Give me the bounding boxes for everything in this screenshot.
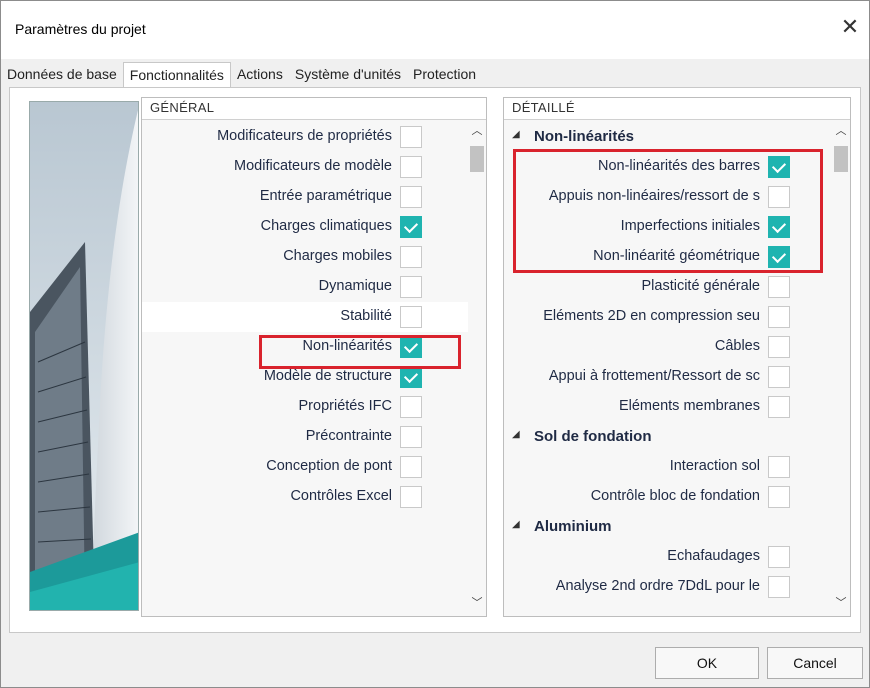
feature-label: Propriétés IFC	[298, 398, 392, 414]
feature-row[interactable]: Interaction sol	[504, 452, 832, 482]
group-label: Aluminium	[534, 518, 612, 535]
caret-down-icon[interactable]: ◢	[512, 519, 520, 530]
feature-checkbox[interactable]	[768, 366, 790, 388]
feature-label: Eléments membranes	[618, 398, 760, 414]
feature-label: Interaction sol	[669, 458, 760, 474]
feature-checkbox[interactable]	[768, 336, 790, 358]
tab-systeme-unites[interactable]: Système d'unités	[289, 62, 407, 88]
feature-row[interactable]: Plasticité générale	[504, 272, 832, 302]
feature-label: Câbles	[714, 338, 760, 354]
feature-row[interactable]: Précontrainte	[142, 422, 468, 452]
project-settings-dialog: Paramètres du projet ✕ Données de base F…	[0, 0, 870, 688]
feature-label: Contrôle bloc de fondation	[590, 488, 760, 504]
title-bar: Paramètres du projet ✕	[1, 1, 869, 59]
feature-row[interactable]: Charges mobiles	[142, 242, 468, 272]
feature-label: Analyse 2nd ordre 7DdL pour le	[555, 578, 760, 594]
tab-actions[interactable]: Actions	[231, 62, 289, 88]
chevron-up-icon[interactable]: ︿	[468, 122, 486, 140]
feature-label: Précontrainte	[305, 428, 392, 444]
general-header: GÉNÉRAL	[142, 98, 486, 120]
caret-down-icon[interactable]: ◢	[512, 429, 520, 440]
feature-row[interactable]: Eléments 2D en compression seu	[504, 302, 832, 332]
feature-row[interactable]: Câbles	[504, 332, 832, 362]
feature-row[interactable]: Contrôles Excel	[142, 482, 468, 512]
scroll-thumb[interactable]	[470, 146, 484, 172]
feature-checkbox[interactable]	[400, 276, 422, 298]
group-header[interactable]: ◢ Aluminium	[504, 512, 832, 542]
feature-checkbox[interactable]	[768, 486, 790, 508]
feature-checkbox[interactable]	[400, 156, 422, 178]
feature-label: Eléments 2D en compression seu	[543, 308, 760, 324]
scroll-thumb[interactable]	[834, 146, 848, 172]
caret-down-icon[interactable]: ◢	[512, 129, 520, 140]
detail-header: DÉTAILLÉ	[504, 98, 850, 120]
feature-row[interactable]: Conception de pont	[142, 452, 468, 482]
cancel-button[interactable]: Cancel	[767, 647, 863, 679]
chevron-down-icon[interactable]: ﹀	[468, 594, 486, 612]
feature-checkbox[interactable]	[768, 456, 790, 478]
feature-checkbox[interactable]	[768, 306, 790, 328]
feature-row[interactable]: Modificateurs de propriétés	[142, 122, 468, 152]
building-illustration	[29, 101, 139, 611]
group-header[interactable]: ◢ Sol de fondation	[504, 422, 832, 452]
feature-row[interactable]: Contrôle bloc de fondation	[504, 482, 832, 512]
feature-row[interactable]: Entrée paramétrique	[142, 182, 468, 212]
feature-checkbox[interactable]	[400, 186, 422, 208]
tab-bar: Données de base Fonctionnalités Actions …	[1, 62, 482, 88]
feature-row[interactable]: Echafaudages	[504, 542, 832, 572]
feature-checkbox[interactable]	[400, 216, 422, 238]
feature-checkbox[interactable]	[768, 576, 790, 598]
feature-checkbox[interactable]	[400, 366, 422, 388]
feature-checkbox[interactable]	[400, 126, 422, 148]
feature-row[interactable]: Modificateurs de modèle	[142, 152, 468, 182]
feature-label: Echafaudages	[667, 548, 760, 564]
feature-row[interactable]: Analyse 2nd ordre 7DdL pour le	[504, 572, 832, 602]
group-label: Sol de fondation	[534, 428, 652, 445]
general-list: Modificateurs de propriétés Modificateur…	[142, 122, 468, 616]
feature-row[interactable]: Stabilité	[142, 302, 468, 332]
ok-button[interactable]: OK	[655, 647, 759, 679]
feature-row[interactable]: Appui à frottement/Ressort de sc	[504, 362, 832, 392]
group-header[interactable]: ◢ Non-linéarités	[504, 122, 832, 152]
close-icon[interactable]: ✕	[837, 15, 863, 41]
feature-checkbox[interactable]	[400, 486, 422, 508]
tab-fonctionnalites[interactable]: Fonctionnalités	[122, 62, 231, 88]
detail-scrollbar[interactable]: ︿ ﹀	[832, 122, 850, 616]
feature-label: Conception de pont	[266, 458, 392, 474]
feature-row[interactable]: Dynamique	[142, 272, 468, 302]
feature-checkbox[interactable]	[400, 306, 422, 328]
feature-label: Dynamique	[318, 278, 392, 294]
feature-checkbox[interactable]	[400, 426, 422, 448]
feature-label: Charges climatiques	[260, 218, 392, 234]
tab-donnees-de-base[interactable]: Données de base	[1, 62, 123, 88]
feature-label: Charges mobiles	[283, 248, 392, 264]
feature-label: Entrée paramétrique	[259, 188, 392, 204]
feature-label: Contrôles Excel	[290, 488, 392, 504]
feature-row[interactable]: Eléments membranes	[504, 392, 832, 422]
feature-label: Plasticité générale	[641, 278, 761, 294]
feature-label: Modificateurs de propriétés	[217, 128, 392, 144]
feature-checkbox[interactable]	[768, 276, 790, 298]
feature-checkbox[interactable]	[400, 456, 422, 478]
feature-checkbox[interactable]	[768, 396, 790, 418]
feature-checkbox[interactable]	[768, 546, 790, 568]
chevron-down-icon[interactable]: ﹀	[832, 594, 850, 612]
chevron-up-icon[interactable]: ︿	[832, 122, 850, 140]
feature-row[interactable]: Propriétés IFC	[142, 392, 468, 422]
feature-row[interactable]: Charges climatiques	[142, 212, 468, 242]
general-scrollbar[interactable]: ︿ ﹀	[468, 122, 486, 616]
feature-checkbox[interactable]	[400, 246, 422, 268]
highlight-nonlinearites	[259, 335, 461, 369]
tab-protection[interactable]: Protection	[407, 62, 482, 88]
highlight-nonlinearites-details	[513, 149, 823, 273]
feature-label: Appui à frottement/Ressort de sc	[548, 368, 760, 384]
feature-checkbox[interactable]	[400, 396, 422, 418]
dialog-title: Paramètres du projet	[15, 21, 146, 37]
feature-label: Modificateurs de modèle	[234, 158, 392, 174]
feature-label: Stabilité	[340, 308, 392, 324]
feature-label: Modèle de structure	[263, 368, 392, 384]
group-label: Non-linéarités	[534, 128, 635, 145]
